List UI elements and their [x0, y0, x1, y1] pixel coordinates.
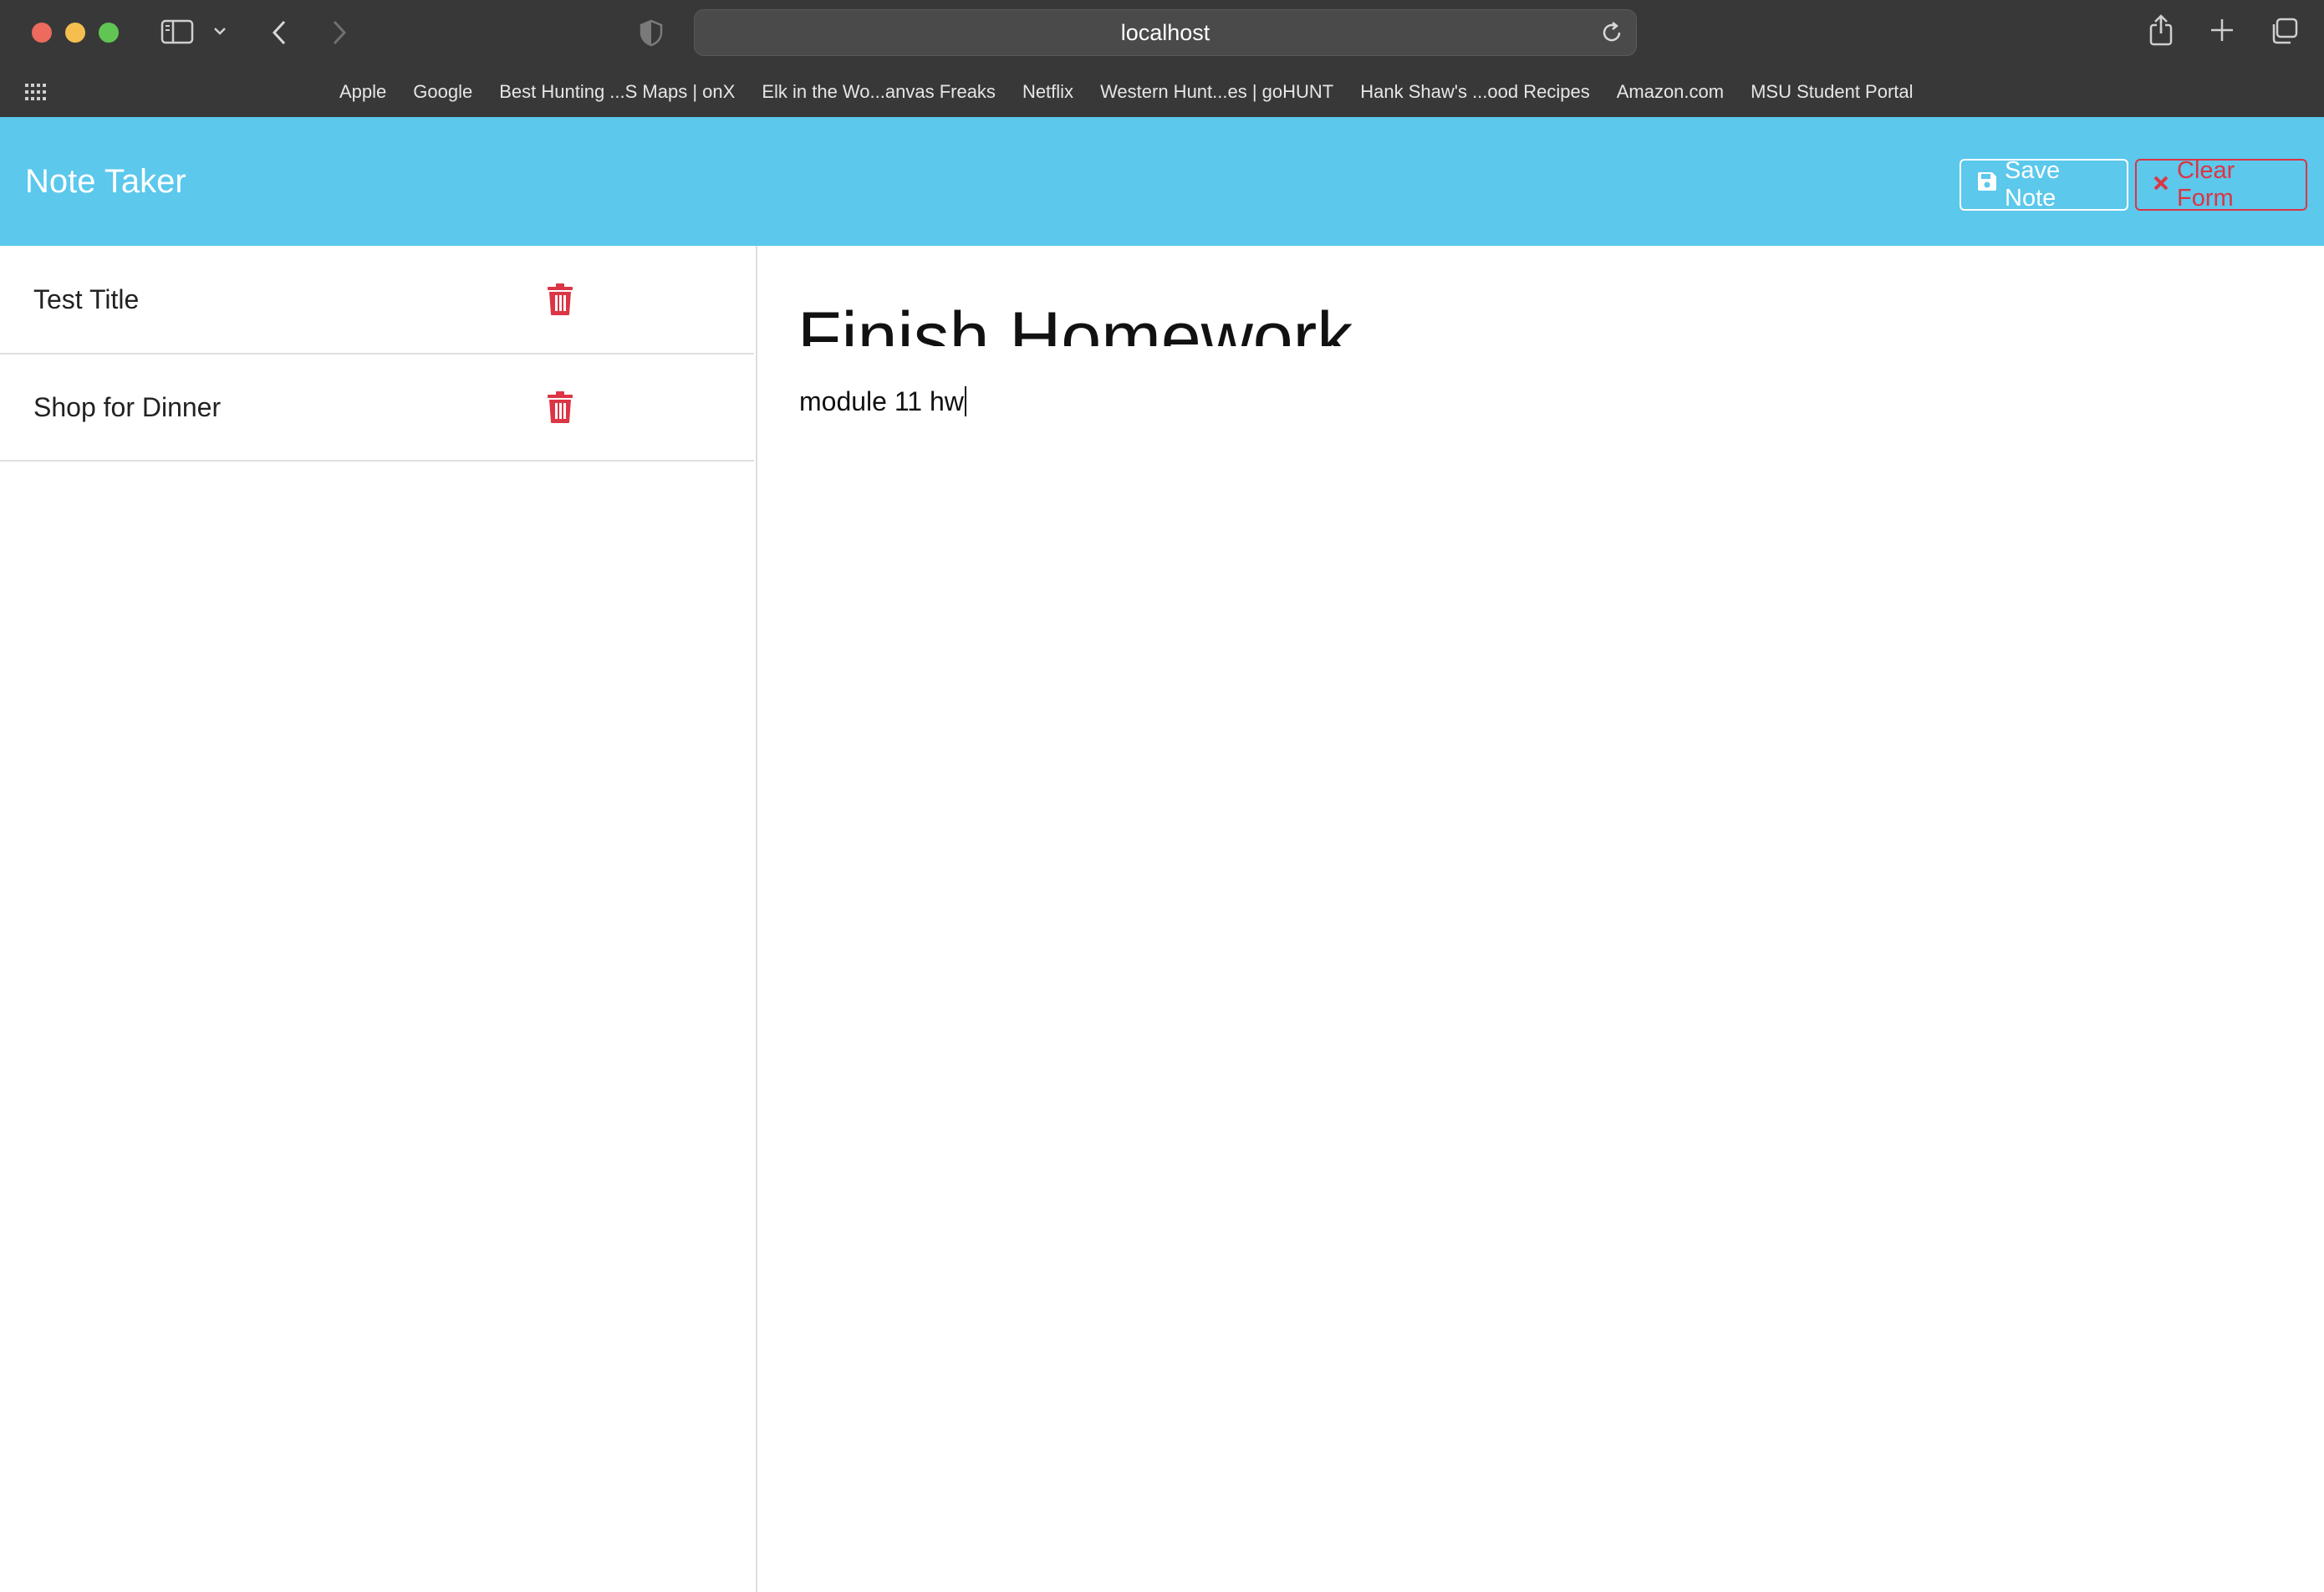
- back-icon: [268, 18, 291, 47]
- bookmark-gohunt[interactable]: Western Hunt...es | goHUNT: [1100, 81, 1333, 103]
- trash-icon[interactable]: [547, 390, 573, 428]
- forward-icon: [328, 18, 351, 47]
- save-icon: [1976, 171, 2005, 199]
- trash-icon[interactable]: [547, 283, 573, 320]
- share-icon: [2147, 13, 2175, 47]
- favorites-grid-button[interactable]: [23, 82, 47, 102]
- close-icon: [2152, 171, 2177, 199]
- sidebar-icon: [161, 18, 194, 45]
- tab-overview-button[interactable]: [2269, 17, 2299, 45]
- note-editor: Finish Homework module 11 hw: [757, 246, 2324, 1592]
- browser-chrome: localhost Apple Google Best Hunting ...S…: [0, 0, 2324, 117]
- note-title[interactable]: Shop for Dinner: [33, 392, 221, 423]
- minimize-window-button[interactable]: [65, 23, 85, 43]
- grid-icon: [23, 82, 47, 102]
- app-navbar: Note Taker Save Note Clear Form: [0, 117, 2324, 246]
- sidebar-toggle-button[interactable]: [161, 18, 194, 45]
- app-brand[interactable]: Note Taker: [25, 117, 186, 246]
- bookmark-onx[interactable]: Best Hunting ...S Maps | onX: [499, 81, 735, 103]
- save-note-button[interactable]: Save Note: [1960, 157, 2128, 212]
- shield-icon: [639, 18, 664, 47]
- bookmark-hank-shaw[interactable]: Hank Shaw's ...ood Recipes: [1360, 81, 1589, 103]
- note-list: Test Title Shop for Dinner: [0, 246, 754, 462]
- bookmark-netflix[interactable]: Netflix: [1022, 81, 1073, 103]
- save-note-label: Save Note: [2005, 157, 2061, 212]
- close-window-button[interactable]: [32, 23, 52, 43]
- list-item[interactable]: Test Title: [0, 246, 754, 353]
- clear-form-label: Clear Form: [2177, 157, 2235, 212]
- bookmark-msu-portal[interactable]: MSU Student Portal: [1751, 81, 1913, 103]
- reload-button[interactable]: [1599, 20, 1624, 45]
- bookmark-list: Apple Google Best Hunting ...S Maps | on…: [326, 67, 1927, 117]
- new-tab-icon: [2209, 17, 2235, 43]
- bookmark-apple[interactable]: Apple: [339, 81, 386, 103]
- tab-overview-icon: [2269, 17, 2299, 45]
- text-cursor: [964, 386, 966, 416]
- bookmarks-bar: Apple Google Best Hunting ...S Maps | on…: [0, 67, 2324, 117]
- share-button[interactable]: [2147, 13, 2175, 47]
- list-item[interactable]: Shop for Dinner: [0, 353, 754, 460]
- address-bar[interactable]: localhost: [694, 9, 1637, 56]
- bookmark-amazon[interactable]: Amazon.com: [1617, 81, 1724, 103]
- sidebar-menu-button[interactable]: [212, 25, 227, 37]
- note-text-value: module 11 hw: [799, 386, 964, 416]
- notes-sidebar: Test Title Shop for Dinner: [0, 246, 757, 1592]
- url-text: localhost: [1120, 20, 1210, 45]
- note-text-area[interactable]: module 11 hw: [799, 386, 966, 417]
- browser-toolbar: localhost: [0, 0, 2324, 67]
- bookmark-canvas-freaks[interactable]: Elk in the Wo...anvas Freaks: [762, 81, 996, 103]
- zoom-window-button[interactable]: [99, 23, 119, 43]
- back-button[interactable]: [268, 18, 291, 47]
- new-tab-button[interactable]: [2209, 17, 2235, 43]
- note-title[interactable]: Test Title: [33, 284, 139, 315]
- note-title-input[interactable]: Finish Homework: [798, 288, 2219, 346]
- privacy-report-button[interactable]: [639, 18, 664, 47]
- forward-button[interactable]: [328, 18, 351, 47]
- bookmark-google[interactable]: Google: [413, 81, 472, 103]
- chevron-down-icon: [212, 25, 227, 37]
- clear-form-button[interactable]: Clear Form: [2135, 157, 2307, 212]
- reload-icon: [1599, 20, 1624, 45]
